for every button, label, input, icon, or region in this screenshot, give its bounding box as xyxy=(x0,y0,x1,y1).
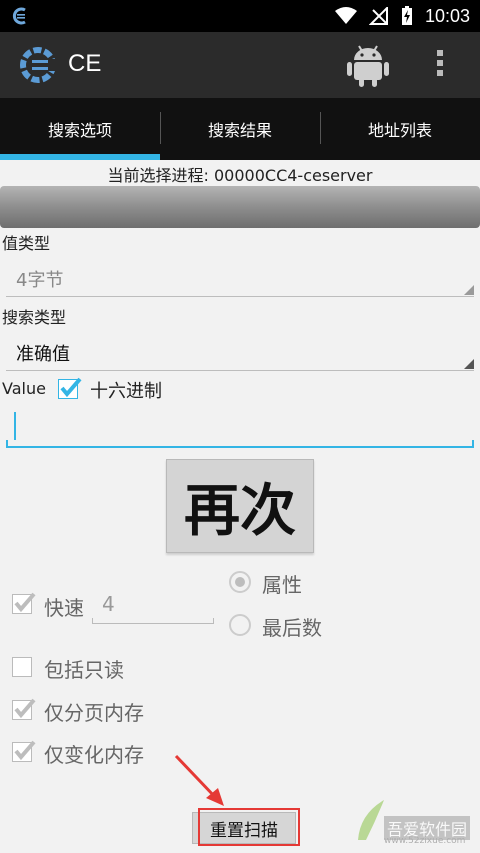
check-icon xyxy=(14,698,36,719)
wifi-icon xyxy=(334,7,357,24)
watermark-url: www.52zixue.com xyxy=(384,836,466,846)
input-underline-left xyxy=(6,440,8,448)
value-type-dropdown[interactable]: 4字节 xyxy=(6,260,474,297)
tab-search-results[interactable]: 搜索结果 xyxy=(160,98,320,160)
red-arrow-annotation-icon xyxy=(174,754,224,806)
input-underline-right xyxy=(472,440,474,448)
input-underline-right xyxy=(213,618,214,624)
reset-highlight-box xyxy=(198,808,300,846)
value-label: Value xyxy=(2,379,46,398)
search-type-selected: 准确值 xyxy=(16,344,70,365)
paged-memory-checkbox[interactable] xyxy=(12,698,36,720)
text-cursor xyxy=(14,412,16,440)
dropdown-arrow-icon xyxy=(464,285,474,295)
fast-checkbox[interactable] xyxy=(12,592,36,614)
android-icon[interactable] xyxy=(346,42,390,88)
process-select-bar[interactable] xyxy=(0,186,480,228)
ce-notification-icon xyxy=(12,7,26,25)
tab-bar: 搜索选项 搜索结果 地址列表 xyxy=(0,98,480,160)
no-signal-icon xyxy=(368,7,388,25)
dropdown-arrow-icon xyxy=(464,359,474,369)
input-underline-left xyxy=(92,618,93,624)
tab-search-options[interactable]: 搜索选项 xyxy=(0,98,160,160)
radio-attribute-label: 属性 xyxy=(262,573,302,597)
app-bar: CE xyxy=(0,32,480,98)
check-icon xyxy=(14,740,36,761)
overflow-menu-icon[interactable] xyxy=(432,50,448,80)
scan-again-button[interactable]: 再次 xyxy=(166,459,314,553)
tab-address-list[interactable]: 地址列表 xyxy=(320,98,480,160)
current-process-label: 当前选择进程: 00000CC4-ceserver xyxy=(107,166,373,185)
battery-charging-icon xyxy=(401,6,412,25)
clock: 10:03 xyxy=(424,5,470,26)
hex-checkbox[interactable] xyxy=(58,377,82,399)
radio-last-digits[interactable] xyxy=(229,614,251,636)
watermark: 吾爱软件园 www.52zixue.com xyxy=(354,790,476,850)
radio-last-digits-label: 最后数 xyxy=(262,616,322,640)
fast-label: 快速 xyxy=(44,596,84,620)
hex-label: 十六进制 xyxy=(90,381,162,402)
search-type-dropdown[interactable]: 准确值 xyxy=(6,334,474,371)
value-type-label: 值类型 xyxy=(2,234,51,253)
radio-attribute[interactable] xyxy=(229,571,251,593)
search-type-label: 搜索类型 xyxy=(2,308,67,327)
fast-alignment-value: 4 xyxy=(102,592,115,616)
check-icon xyxy=(60,377,82,398)
value-input[interactable] xyxy=(6,404,474,448)
value-type-selected: 4字节 xyxy=(16,270,64,291)
input-underline xyxy=(6,446,474,448)
readonly-checkbox[interactable] xyxy=(12,657,32,677)
app-title: CE xyxy=(68,50,102,77)
readonly-label: 包括只读 xyxy=(44,658,124,682)
changed-memory-checkbox[interactable] xyxy=(12,740,36,762)
cheat-engine-logo-icon xyxy=(20,47,60,83)
check-icon xyxy=(14,592,36,613)
fast-alignment-input[interactable]: 4 xyxy=(92,590,214,624)
input-underline xyxy=(92,623,214,624)
paged-memory-label: 仅分页内存 xyxy=(44,701,144,725)
changed-memory-label: 仅变化内存 xyxy=(44,743,144,767)
value-row: Value 十六进制 xyxy=(0,377,480,403)
status-bar: 10:03 xyxy=(0,0,480,32)
